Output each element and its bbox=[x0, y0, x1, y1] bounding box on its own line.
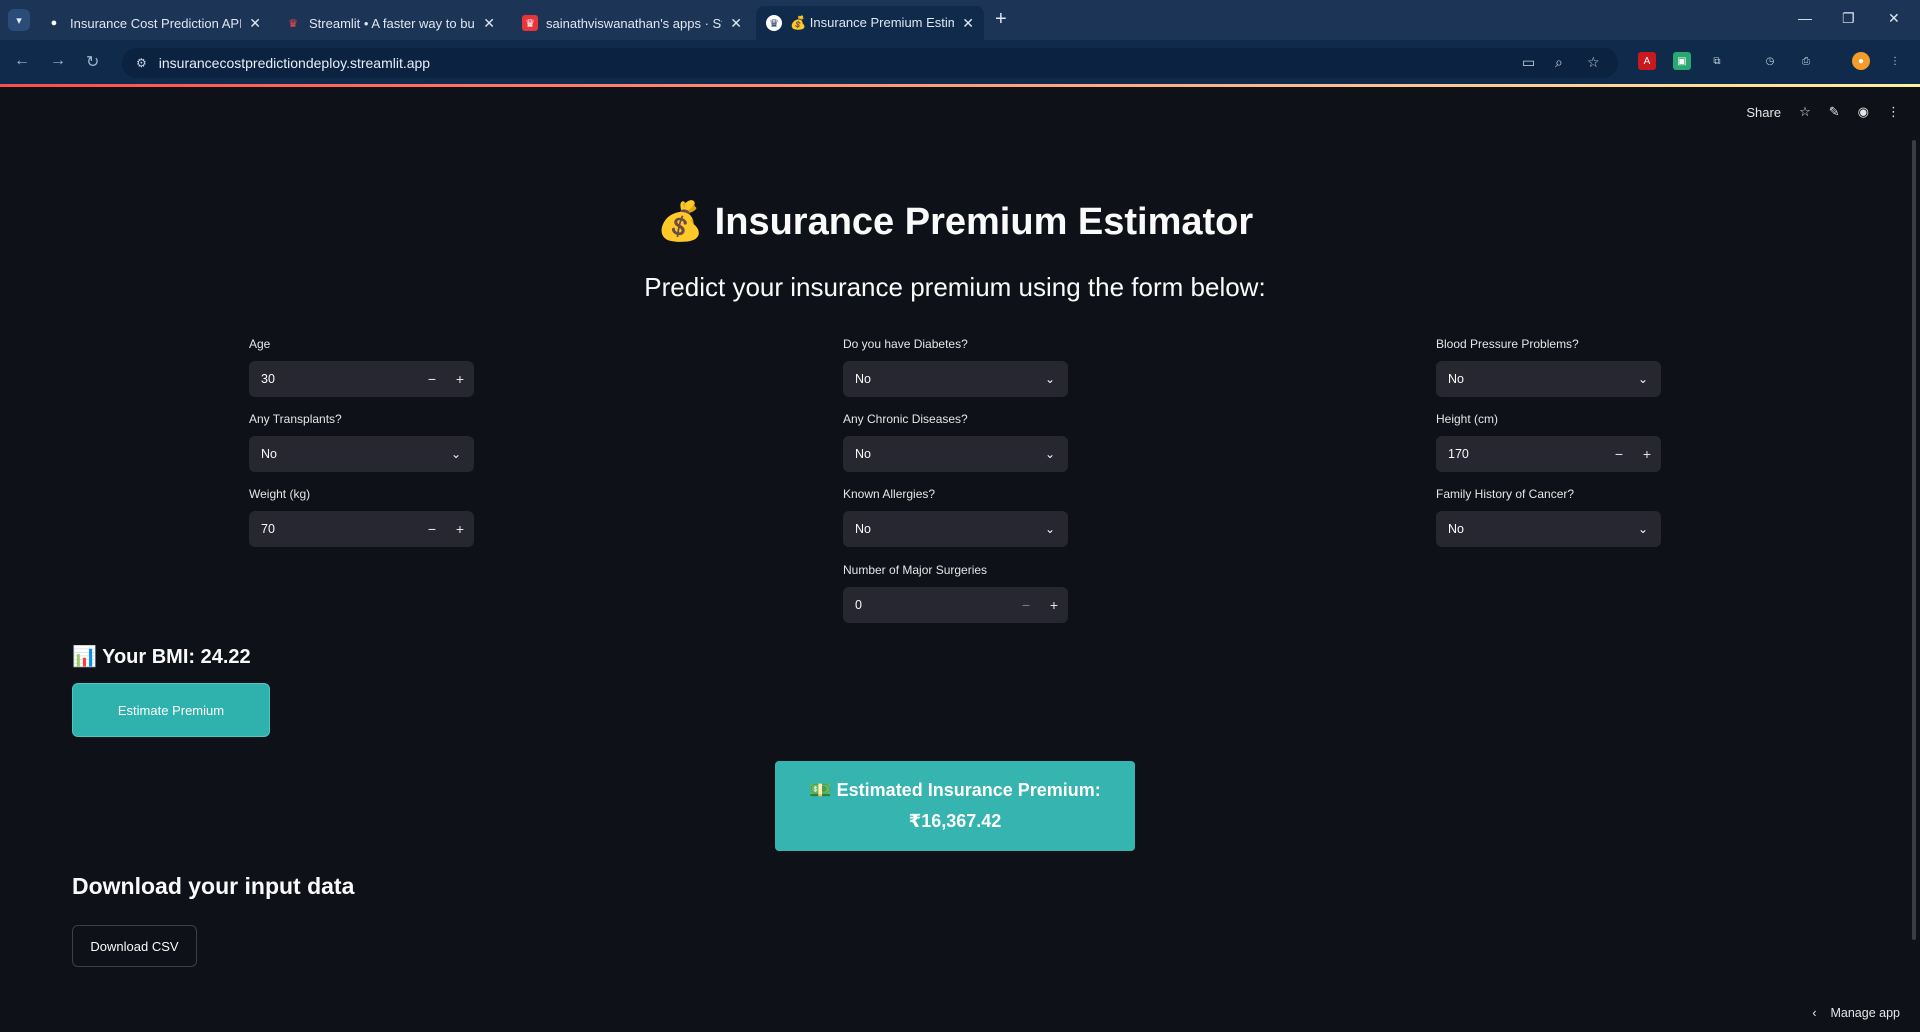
minus-icon[interactable]: − bbox=[418, 371, 446, 387]
app-toolbar: Share ☆ ✎ ◉ ⋮ bbox=[1746, 104, 1900, 120]
star-icon[interactable]: ☆ bbox=[1799, 104, 1811, 120]
plus-icon[interactable]: + bbox=[446, 371, 474, 387]
manage-app-button[interactable]: ‹ Manage app bbox=[1812, 1006, 1900, 1020]
browser-tab-2[interactable]: ♛ Streamlit • A faster way to build ✕ bbox=[275, 6, 505, 40]
chevron-down-icon: ⌄ bbox=[1637, 372, 1649, 386]
extension-green-icon[interactable]: ▣ bbox=[1673, 52, 1691, 70]
page-subtitle: Predict your insurance premium using the… bbox=[644, 272, 1266, 302]
diabetes-field: Do you have Diabetes? No ⌄ bbox=[843, 337, 1068, 397]
restore-icon[interactable]: ❐ bbox=[1842, 10, 1855, 27]
reload-icon[interactable]: ↻ bbox=[86, 52, 99, 72]
transplants-select[interactable]: No ⌄ bbox=[249, 436, 474, 472]
cancer-history-select[interactable]: No ⌄ bbox=[1436, 511, 1661, 547]
profile-avatar[interactable]: ● bbox=[1852, 52, 1870, 70]
age-number-input[interactable]: 30 − + bbox=[249, 361, 474, 397]
site-info-icon[interactable]: ⚙ bbox=[136, 56, 147, 70]
close-icon[interactable]: ✕ bbox=[249, 15, 261, 32]
transplants-field: Any Transplants? No ⌄ bbox=[249, 412, 474, 472]
print-icon[interactable]: ⎙ bbox=[1797, 52, 1815, 70]
allergies-field: Known Allergies? No ⌄ bbox=[843, 487, 1068, 547]
close-icon[interactable]: ✕ bbox=[730, 15, 742, 32]
streamlit-top-decoration bbox=[0, 84, 1920, 87]
field-label: Any Chronic Diseases? bbox=[843, 412, 968, 426]
install-app-icon[interactable]: ▭ bbox=[1522, 54, 1535, 71]
history-icon[interactable]: ◷ bbox=[1761, 52, 1779, 70]
chevron-left-icon: ‹ bbox=[1812, 1006, 1817, 1020]
chevron-down-icon: ▾ bbox=[16, 14, 22, 27]
minus-icon[interactable]: − bbox=[1605, 446, 1633, 462]
height-field: Height (cm) 170 − + bbox=[1436, 412, 1661, 472]
field-label: Known Allergies? bbox=[843, 487, 936, 501]
surgeries-number-input[interactable]: 0 − + bbox=[843, 587, 1068, 623]
share-button[interactable]: Share bbox=[1746, 105, 1781, 120]
field-label: Weight (kg) bbox=[249, 487, 311, 501]
surgeries-field: Number of Major Surgeries 0 − + bbox=[843, 563, 1068, 623]
forward-icon[interactable]: → bbox=[50, 52, 66, 70]
zoom-icon[interactable]: ⌕ bbox=[1555, 54, 1563, 71]
field-label: Number of Major Surgeries bbox=[843, 563, 988, 577]
height-number-input[interactable]: 170 − + bbox=[1436, 436, 1661, 472]
api-icon: ● bbox=[50, 17, 58, 29]
weight-field: Weight (kg) 70 − + bbox=[249, 487, 474, 547]
chevron-down-icon: ⌄ bbox=[450, 447, 462, 461]
streamlit-crown-icon: ♛ bbox=[766, 15, 782, 31]
chevron-down-icon: ⌄ bbox=[1044, 372, 1056, 386]
blood-pressure-select[interactable]: No ⌄ bbox=[1436, 361, 1661, 397]
field-label: Family History of Cancer? bbox=[1436, 487, 1575, 501]
result-value: ₹16,367.42 bbox=[908, 811, 1002, 831]
download-heading: Download your input data bbox=[72, 873, 355, 899]
minimize-icon[interactable]: — bbox=[1798, 10, 1812, 26]
window-close-icon[interactable]: ✕ bbox=[1888, 10, 1900, 27]
field-label: Age bbox=[249, 337, 271, 351]
more-options-icon[interactable]: ⋮ bbox=[1887, 104, 1900, 120]
back-icon[interactable]: ← bbox=[14, 52, 30, 70]
blood-pressure-field: Blood Pressure Problems? No ⌄ bbox=[1436, 337, 1661, 397]
new-tab-button[interactable]: + bbox=[995, 8, 1007, 31]
chronic-diseases-field: Any Chronic Diseases? No ⌄ bbox=[843, 412, 1068, 472]
browser-tab-4-active[interactable]: ♛ 💰 Insurance Premium Estimat ✕ bbox=[756, 6, 984, 40]
close-icon[interactable]: ✕ bbox=[483, 15, 495, 32]
download-csv-button[interactable]: Download CSV bbox=[72, 925, 197, 967]
chevron-down-icon: ⌄ bbox=[1637, 522, 1649, 536]
cancer-history-field: Family History of Cancer? No ⌄ bbox=[1436, 487, 1661, 547]
extensions-puzzle-icon[interactable]: ⧉ bbox=[1708, 52, 1726, 70]
field-label: Do you have Diabetes? bbox=[843, 337, 968, 351]
weight-number-input[interactable]: 70 − + bbox=[249, 511, 474, 547]
edit-pencil-icon[interactable]: ✎ bbox=[1829, 104, 1840, 120]
result-label: 💵 Estimated Insurance Premium: bbox=[809, 780, 1101, 800]
browser-tab-3[interactable]: ♛ sainathviswanathan's apps · Stre ✕ bbox=[512, 6, 752, 40]
chronic-diseases-select[interactable]: No ⌄ bbox=[843, 436, 1068, 472]
pdf-extension-icon[interactable]: A bbox=[1638, 52, 1656, 70]
github-icon[interactable]: ◉ bbox=[1858, 104, 1869, 120]
tab-search-button[interactable]: ▾ bbox=[8, 9, 30, 31]
streamlit-crown-icon: ♛ bbox=[288, 17, 298, 30]
minus-icon[interactable]: − bbox=[418, 521, 446, 537]
estimated-premium-box: 💵 Estimated Insurance Premium: ₹16,367.4… bbox=[775, 761, 1135, 851]
url-omnibox[interactable]: ⚙ insurancecostpredictiondeploy.streamli… bbox=[122, 48, 1618, 78]
age-field: Age 30 − + bbox=[249, 337, 474, 397]
field-label: Height (cm) bbox=[1436, 412, 1499, 426]
page-scrollbar[interactable] bbox=[1912, 140, 1916, 940]
bookmark-star-icon[interactable]: ☆ bbox=[1587, 54, 1600, 71]
field-label: Blood Pressure Problems? bbox=[1436, 337, 1579, 351]
chevron-down-icon: ⌄ bbox=[1044, 522, 1056, 536]
close-icon[interactable]: ✕ bbox=[962, 15, 974, 32]
browser-tab-1[interactable]: ● Insurance Cost Prediction API - ✕ bbox=[36, 6, 271, 40]
estimate-premium-button[interactable]: Estimate Premium bbox=[72, 683, 270, 737]
bmi-display: 📊 Your BMI: 24.22 bbox=[72, 646, 251, 668]
minus-icon[interactable]: − bbox=[1012, 597, 1040, 613]
page-title: 💰 Insurance Premium Estimator bbox=[656, 201, 1254, 243]
plus-icon[interactable]: + bbox=[446, 521, 474, 537]
plus-icon[interactable]: + bbox=[1040, 597, 1068, 613]
diabetes-select[interactable]: No ⌄ bbox=[843, 361, 1068, 397]
field-label: Any Transplants? bbox=[249, 412, 342, 426]
browser-menu-icon[interactable]: ⋮ bbox=[1886, 52, 1904, 70]
plus-icon[interactable]: + bbox=[1633, 446, 1661, 462]
chevron-down-icon: ⌄ bbox=[1044, 447, 1056, 461]
allergies-select[interactable]: No ⌄ bbox=[843, 511, 1068, 547]
streamlit-apps-icon: ♛ bbox=[522, 15, 538, 31]
